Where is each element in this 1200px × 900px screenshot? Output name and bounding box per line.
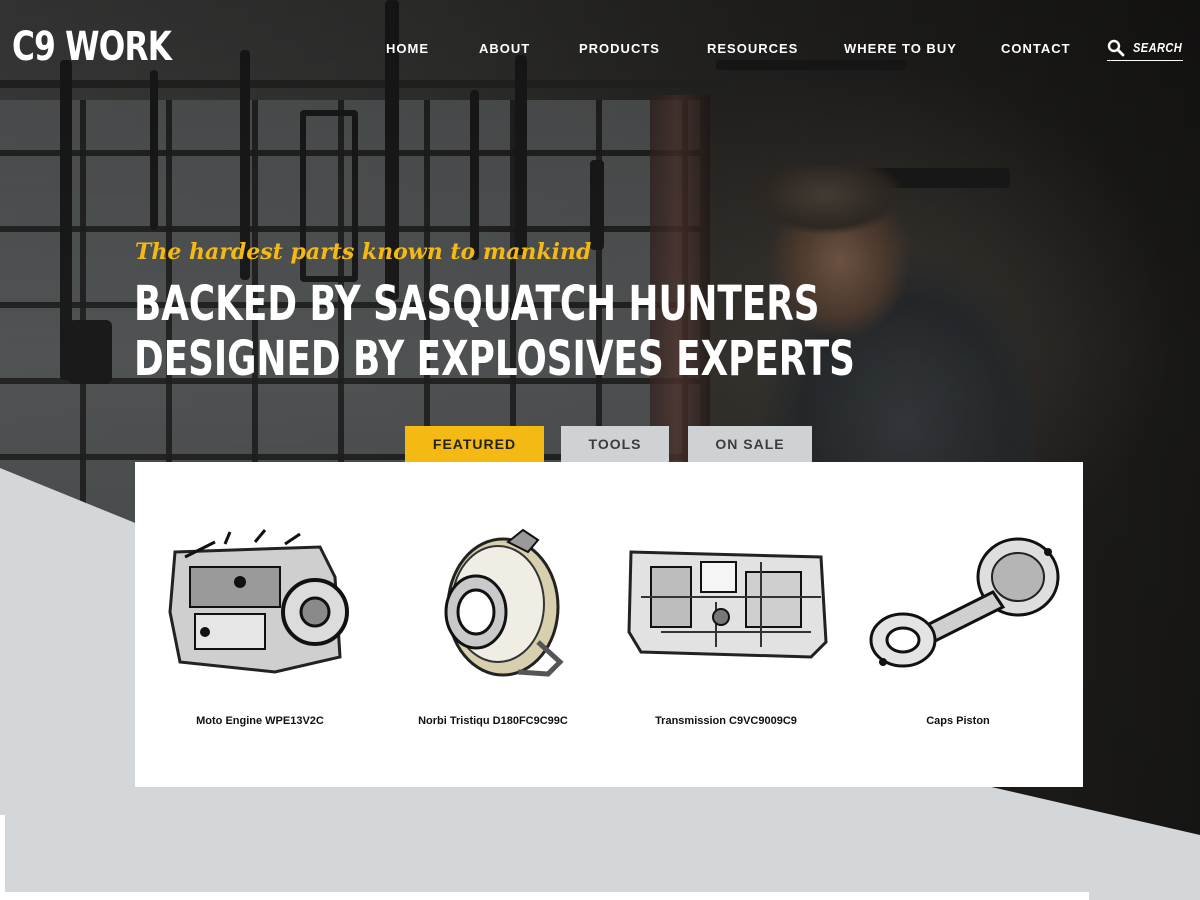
product-name[interactable]: Norbi Tristiqu D180FC9C99C — [378, 715, 608, 727]
main-nav: HOME ABOUT PRODUCTS RESOURCES WHERE TO B… — [0, 41, 1200, 61]
white-strip — [5, 892, 1089, 900]
hero-tagline: The hardest parts known to mankind — [135, 239, 592, 265]
hero-headline-line1: BACKED BY SASQUATCH HUNTERS — [134, 276, 820, 332]
nav-products[interactable]: PRODUCTS — [579, 41, 660, 56]
nav-contact[interactable]: CONTACT — [1001, 41, 1071, 56]
product-name[interactable]: Caps Piston — [843, 715, 1073, 727]
product-card[interactable]: Transmission C9VC9009C9 — [611, 522, 841, 732]
search-box[interactable]: SEARCH — [1107, 38, 1183, 61]
product-panel: Moto Engine WPE13V2C Norbi Tristiqu D180… — [135, 462, 1083, 787]
nav-home[interactable]: HOME — [386, 41, 429, 56]
tab-featured[interactable]: FEATURED — [405, 426, 544, 462]
nav-where-to-buy[interactable]: WHERE TO BUY — [844, 41, 957, 56]
hero-headline-line2: DESIGNED BY EXPLOSIVES EXPERTS — [134, 331, 855, 387]
search-label[interactable]: SEARCH — [1133, 40, 1182, 55]
clutch-image[interactable] — [388, 522, 598, 682]
product-card[interactable]: Moto Engine WPE13V2C — [145, 522, 375, 732]
product-name[interactable]: Moto Engine WPE13V2C — [145, 715, 375, 727]
product-name[interactable]: Transmission C9VC9009C9 — [611, 715, 841, 727]
product-card[interactable]: Caps Piston — [843, 522, 1073, 732]
transmission-image[interactable] — [621, 522, 831, 682]
nav-about[interactable]: ABOUT — [479, 41, 530, 56]
search-icon[interactable] — [1107, 39, 1125, 57]
engine-image[interactable] — [155, 522, 365, 682]
tab-on-sale[interactable]: ON SALE — [688, 426, 812, 462]
piston-image[interactable] — [853, 522, 1063, 682]
nav-resources[interactable]: RESOURCES — [707, 41, 798, 56]
product-card[interactable]: Norbi Tristiqu D180FC9C99C — [378, 522, 608, 732]
white-edge — [0, 815, 5, 900]
tab-tools[interactable]: TOOLS — [561, 426, 669, 462]
